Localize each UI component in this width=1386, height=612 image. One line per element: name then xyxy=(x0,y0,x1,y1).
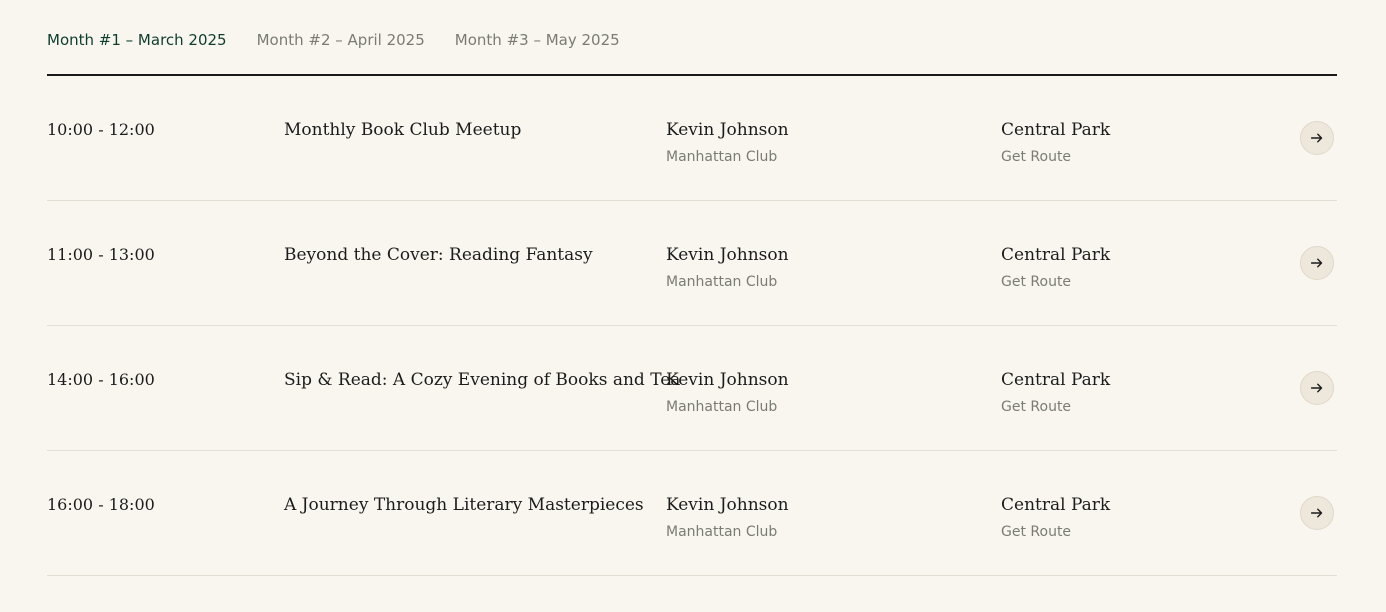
host-name: Kevin Johnson xyxy=(666,495,789,515)
location-name: Central Park xyxy=(1001,120,1111,140)
event-location: Central Park Get Route xyxy=(1001,120,1110,165)
tab-month-3[interactable]: Month #3 – May 2025 xyxy=(455,31,620,49)
host-club: Manhattan Club xyxy=(666,524,778,540)
event-time: 14:00 - 16:00 xyxy=(47,370,155,389)
tab-month-2[interactable]: Month #2 – April 2025 xyxy=(257,31,425,49)
event-location: Central Park Get Route xyxy=(1001,370,1110,415)
event-host: Kevin Johnson Manhattan Club xyxy=(666,370,789,415)
event-details-button[interactable] xyxy=(1300,496,1334,530)
host-club: Manhattan Club xyxy=(666,149,778,165)
event-row: 11:00 - 13:00 Beyond the Cover: Reading … xyxy=(47,201,1337,326)
event-location: Central Park Get Route xyxy=(1001,495,1110,540)
event-time: 16:00 - 18:00 xyxy=(47,495,155,514)
event-location: Central Park Get Route xyxy=(1001,245,1110,290)
schedule: Month #1 – March 2025 Month #2 – April 2… xyxy=(47,0,1337,576)
arrow-right-icon xyxy=(1311,258,1323,268)
event-details-button[interactable] xyxy=(1300,246,1334,280)
location-name: Central Park xyxy=(1001,245,1111,265)
arrow-right-icon xyxy=(1311,383,1323,393)
arrow-right-icon xyxy=(1311,508,1323,518)
get-route-link[interactable]: Get Route xyxy=(1001,399,1110,415)
location-name: Central Park xyxy=(1001,370,1111,390)
host-club: Manhattan Club xyxy=(666,399,778,415)
month-tabs: Month #1 – March 2025 Month #2 – April 2… xyxy=(47,0,1337,76)
event-details-button[interactable] xyxy=(1300,121,1334,155)
host-name: Kevin Johnson xyxy=(666,245,789,265)
event-host: Kevin Johnson Manhattan Club xyxy=(666,245,789,290)
event-title: Sip & Read: A Cozy Evening of Books and … xyxy=(284,370,681,390)
event-host: Kevin Johnson Manhattan Club xyxy=(666,495,789,540)
event-time: 11:00 - 13:00 xyxy=(47,245,155,264)
host-club: Manhattan Club xyxy=(666,274,778,290)
event-title: A Journey Through Literary Masterpieces xyxy=(284,495,644,515)
host-name: Kevin Johnson xyxy=(666,370,789,390)
event-details-button[interactable] xyxy=(1300,371,1334,405)
get-route-link[interactable]: Get Route xyxy=(1001,149,1110,165)
event-title: Beyond the Cover: Reading Fantasy xyxy=(284,245,593,265)
host-name: Kevin Johnson xyxy=(666,120,789,140)
get-route-link[interactable]: Get Route xyxy=(1001,524,1110,540)
event-row: 14:00 - 16:00 Sip & Read: A Cozy Evening… xyxy=(47,326,1337,451)
event-row: 10:00 - 12:00 Monthly Book Club Meetup K… xyxy=(47,76,1337,201)
arrow-right-icon xyxy=(1311,133,1323,143)
event-row: 16:00 - 18:00 A Journey Through Literary… xyxy=(47,451,1337,576)
event-time: 10:00 - 12:00 xyxy=(47,120,155,139)
event-title: Monthly Book Club Meetup xyxy=(284,120,522,140)
get-route-link[interactable]: Get Route xyxy=(1001,274,1110,290)
tab-month-1[interactable]: Month #1 – March 2025 xyxy=(47,31,227,49)
event-host: Kevin Johnson Manhattan Club xyxy=(666,120,789,165)
location-name: Central Park xyxy=(1001,495,1111,515)
